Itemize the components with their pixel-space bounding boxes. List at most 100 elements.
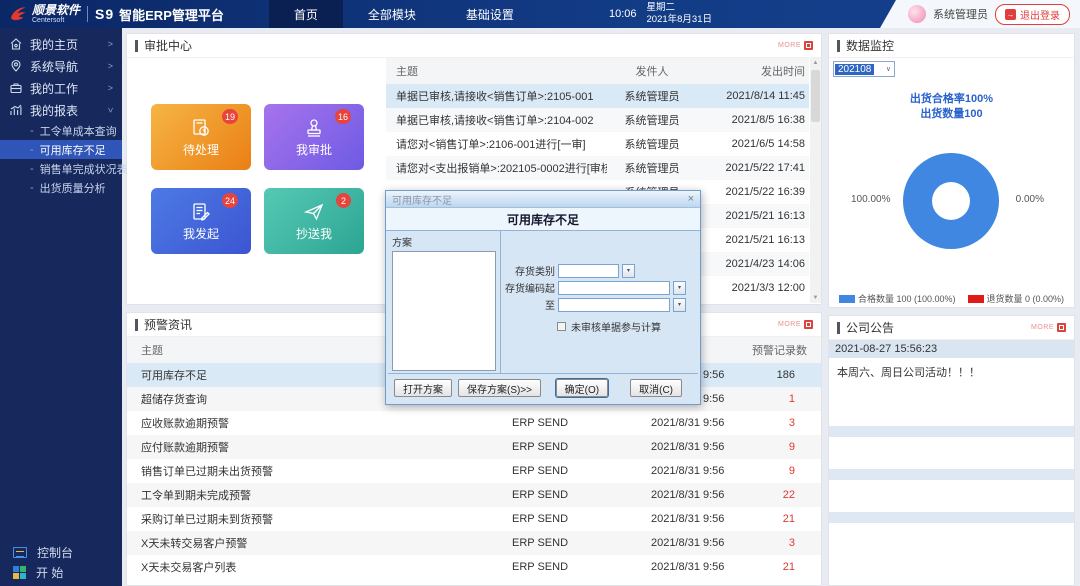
pass-rate-text: 出货合格率100% (909, 93, 994, 105)
alert-row[interactable]: 工令单到期未完成预警 ERP SEND 2021/8/31 9:56 22 (127, 483, 821, 507)
alert-row[interactable]: 采购订单已过期未到货预警 ERP SEND 2021/8/31 9:56 21 (127, 507, 821, 531)
scroll-down-icon[interactable] (810, 293, 821, 303)
cancel-button[interactable]: 取消(C) (630, 379, 682, 397)
panel-accent-bar (837, 321, 840, 334)
sidebar-item-my-home[interactable]: 我的主页 (0, 33, 122, 55)
count-badge: 19 (221, 109, 238, 124)
tile-initiated-by-me[interactable]: 我发起 24 (151, 188, 251, 254)
panel-title: 预警资讯 (144, 318, 193, 332)
announcement-empty-slot (829, 426, 1074, 437)
vertical-scrollbar[interactable] (810, 58, 821, 303)
plan-label: 方案 (392, 238, 412, 249)
save-plan-button[interactable]: 保存方案(S)>> (458, 379, 542, 397)
data-monitor-panel: 数据监控 202108 出货合格率100% 出货数量100 100.00% 0.… (828, 33, 1075, 308)
donut-right-label: 0.00% (1015, 194, 1044, 205)
approval-tiles: 待处理 19 我审批 16 我发起 24 抄送我 2 (151, 104, 364, 254)
dialog-titlebar[interactable]: 可用库存不足 × (386, 191, 700, 208)
approval-table-header: 主题 发件人 发出时间 (386, 58, 809, 84)
code-to-label: 至 (545, 301, 555, 312)
donut-legend: 合格数量 100 (100.00%) 退货数量 0 (0.00%) (829, 292, 1074, 305)
alert-row[interactable]: X天未转交易客户预警 ERP SEND 2021/8/31 9:56 3 (127, 531, 821, 555)
category-combo[interactable] (558, 263, 619, 278)
stamp-icon (307, 118, 321, 137)
chevron-down-icon (105, 107, 115, 112)
more-button[interactable]: MORE (1031, 323, 1066, 332)
date-display: 2021年8月31日 (646, 14, 712, 25)
period-select[interactable]: 202108 (833, 61, 895, 77)
chevron-down-icon (886, 65, 894, 73)
tile-my-approvals[interactable]: 我审批 16 (264, 104, 364, 170)
ok-button[interactable]: 确定(O) (555, 379, 609, 397)
donut-chart (903, 153, 999, 249)
sidebar-subitem-worder-cost-query[interactable]: 工令单成本查询 (0, 121, 122, 140)
alert-row[interactable]: 销售订单已过期未出货预警 ERP SEND 2021/8/31 9:56 9 (127, 459, 821, 483)
close-icon[interactable]: × (688, 193, 694, 205)
sidebar-item-my-work[interactable]: 我的工作 (0, 77, 122, 99)
scroll-thumb[interactable] (811, 70, 820, 122)
count-badge: 2 (336, 193, 351, 208)
tile-cc-to-me[interactable]: 抄送我 2 (264, 188, 364, 254)
brand-name-cn: 顺景软件 (32, 2, 81, 17)
approval-row[interactable]: 单据已审核,请接收<销售订单>:2105-001 系统管理员 2021/8/14… (386, 84, 809, 108)
dialog-heading: 可用库存不足 (386, 208, 700, 231)
checkbox[interactable] (557, 322, 566, 331)
briefcase-icon (10, 83, 22, 94)
sidebar: 我的主页 系统导航 我的工作 我的报表 工令单成本查询 可用库存不足 销售单 (0, 28, 128, 586)
more-grid-icon (804, 320, 813, 329)
more-grid-icon (1057, 323, 1066, 332)
user-avatar[interactable] (908, 5, 926, 23)
unaudited-checkbox-row[interactable]: 未审核单据参与计算 (557, 319, 661, 334)
product-code-badge: S9 (95, 6, 115, 22)
chevron-right-icon (108, 39, 113, 49)
alert-row[interactable]: X天未交易客户列表 ERP SEND 2021/8/31 9:56 21 (127, 555, 821, 579)
time-display: 10:06 (608, 8, 637, 20)
approval-row[interactable]: 请您对<销售订单>:2106-001进行[一审] 系统管理员 2021/6/5 … (386, 132, 809, 156)
start-button[interactable]: 开 始 (0, 562, 122, 582)
sidebar-subitem-sales-completion[interactable]: 销售单完成状况表 (0, 159, 128, 178)
code-from-dropdown-button[interactable] (673, 280, 686, 295)
code-to-combo[interactable] (558, 297, 670, 312)
nav-basic-settings[interactable]: 基础设置 (441, 0, 539, 28)
sidebar-subitem-shipment-quality[interactable]: 出货质量分析 (0, 178, 122, 197)
scroll-up-icon[interactable] (810, 58, 821, 68)
pending-doc-clock-icon (193, 118, 209, 136)
approval-row[interactable]: 单据已审核,请接收<销售订单>:2104-002 系统管理员 2021/8/5 … (386, 108, 809, 132)
chevron-right-icon (108, 83, 113, 93)
logout-button[interactable]: 退出登录 (995, 3, 1070, 25)
user-name: 系统管理员 (933, 9, 988, 21)
shipment-qty-text: 出货数量100 (920, 108, 983, 120)
open-plan-button[interactable]: 打开方案 (394, 379, 452, 397)
announcement-empty-slot (829, 512, 1074, 523)
panel-title: 数据监控 (846, 39, 895, 53)
legend-swatch-return (967, 294, 984, 303)
sidebar-item-system-nav[interactable]: 系统导航 (0, 55, 122, 77)
sidebar-subitem-available-stock-shortage[interactable]: 可用库存不足 (0, 140, 122, 159)
sidebar-item-my-reports[interactable]: 我的报表 (0, 99, 122, 121)
category-dropdown-button[interactable] (622, 263, 635, 278)
chevron-right-icon (108, 61, 113, 71)
approval-row[interactable]: 请您对<支出报销单>:202105-0002进行[审核] 系统管理员 2021/… (386, 156, 809, 180)
nav-all-modules[interactable]: 全部模块 (343, 0, 441, 28)
code-from-combo[interactable] (558, 280, 670, 295)
alert-row[interactable]: 应付账款逾期预警 ERP SEND 2021/8/31 9:56 9 (127, 435, 821, 459)
more-button[interactable]: MORE (778, 41, 813, 50)
category-label: 存货类别 (515, 267, 555, 278)
announcement-list: 2021-08-27 15:56:23 本周六、周日公司活动！！！ (829, 340, 1074, 585)
user-area: 系统管理员 退出登录 (880, 0, 1080, 28)
alert-row[interactable]: 应收账款逾期预警 ERP SEND 2021/8/31 9:56 3 (127, 411, 821, 435)
panel-title: 公司公告 (846, 321, 895, 335)
brand-divider (87, 6, 89, 22)
panel-accent-bar (135, 39, 138, 52)
plan-listbox[interactable] (392, 251, 496, 371)
more-button[interactable]: MORE (778, 320, 813, 329)
code-to-dropdown-button[interactable] (673, 297, 686, 312)
console-button[interactable]: 控制台 (0, 542, 122, 562)
erp-dashboard: 顺景软件 Centersoft S9 智能ERP管理平台 首页 全部模块 基础设… (0, 0, 1080, 586)
logout-icon (1005, 8, 1016, 20)
nav-home[interactable]: 首页 (268, 0, 343, 28)
tile-pending[interactable]: 待处理 19 (151, 104, 251, 170)
announcement-date: 2021-08-27 15:56:23 (829, 340, 1074, 358)
announcement-content[interactable]: 本周六、周日公司活动！！！ (829, 358, 1074, 426)
panel-title: 审批中心 (144, 39, 193, 53)
panel-accent-bar (837, 39, 840, 52)
